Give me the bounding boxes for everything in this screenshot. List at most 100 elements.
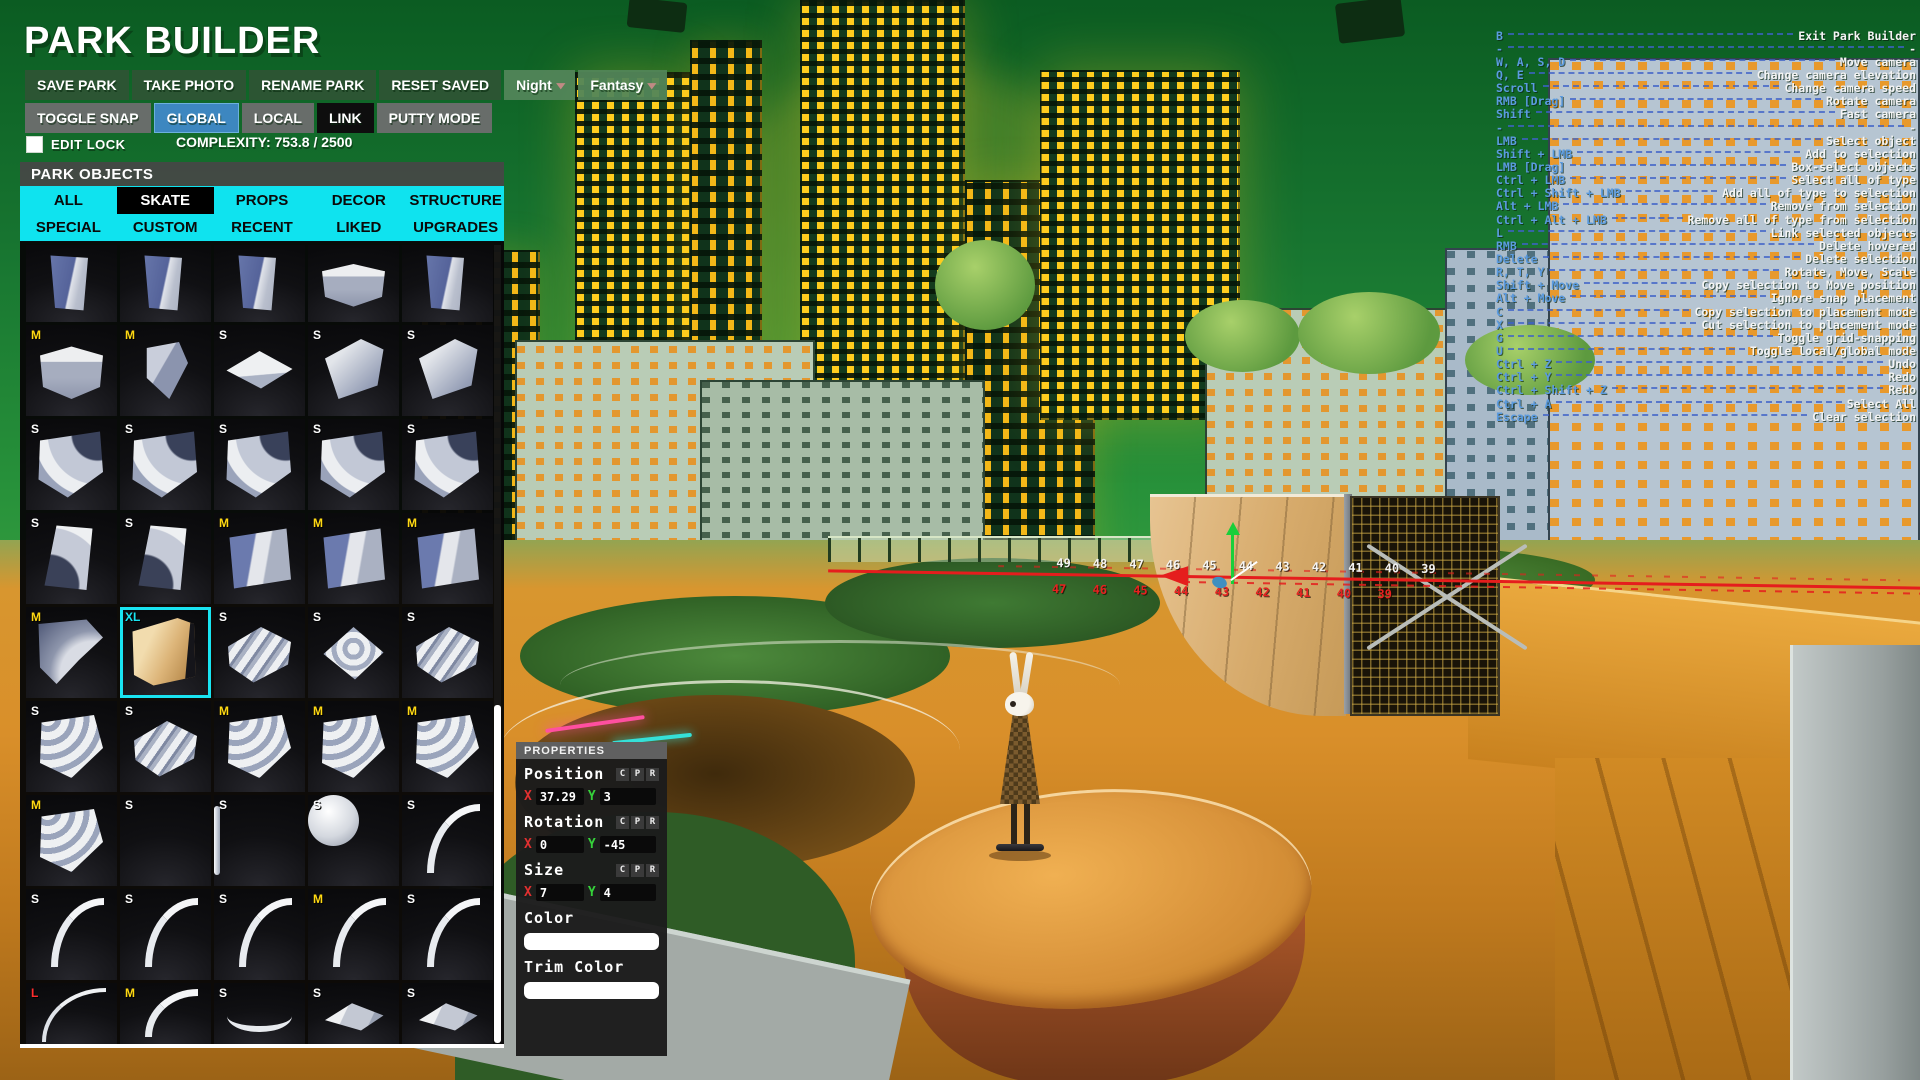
object-thumb[interactable]: S [214, 325, 305, 416]
tree [1298, 292, 1440, 374]
toolbar-button-putty-mode[interactable]: PUTTY MODE [377, 103, 493, 133]
rotation-y-input[interactable] [600, 836, 656, 853]
toolbar-button-toggle-snap[interactable]: TOGGLE SNAP [25, 103, 151, 133]
object-thumb[interactable]: S [308, 983, 399, 1046]
tab-liked[interactable]: LIKED [310, 214, 407, 241]
object-thumb[interactable]: M [402, 513, 493, 604]
size-x-input[interactable] [536, 884, 584, 901]
rotation-x-input[interactable] [536, 836, 584, 853]
rotation-label: Rotation [524, 813, 604, 831]
trim-color-label: Trim Color [524, 958, 624, 976]
position-x-input[interactable] [536, 788, 584, 805]
toolbar-button-reset-saved[interactable]: RESET SAVED [379, 70, 501, 100]
object-thumb[interactable]: M [308, 513, 399, 604]
tab-custom[interactable]: CUSTOM [117, 214, 214, 241]
object-thumb[interactable]: S [308, 419, 399, 510]
edit-lock-checkbox[interactable] [26, 136, 43, 153]
object-thumb[interactable] [26, 245, 117, 322]
object-thumb[interactable]: M [214, 701, 305, 792]
ruler-number: 48 [1093, 557, 1108, 571]
paste-button[interactable]: P [631, 816, 644, 829]
object-thumb[interactable]: M [120, 325, 211, 416]
color-swatch[interactable] [524, 933, 659, 950]
paste-button[interactable]: P [631, 768, 644, 781]
object-thumb[interactable] [120, 245, 211, 322]
tab-all[interactable]: ALL [20, 187, 117, 214]
shortcut-action: Undo [1888, 357, 1916, 371]
object-thumb[interactable]: M [308, 889, 399, 980]
tab-props[interactable]: PROPS [214, 187, 311, 214]
shortcut-action: Remove from selection [1771, 199, 1916, 213]
paste-button[interactable]: P [631, 864, 644, 877]
tab-decor[interactable]: DECOR [310, 187, 407, 214]
object-thumb[interactable]: S [402, 795, 493, 886]
object-thumb[interactable]: M [402, 701, 493, 792]
object-thumb[interactable]: S [214, 607, 305, 698]
trim-color-swatch[interactable] [524, 982, 659, 999]
size-y-input[interactable] [600, 884, 656, 901]
shortcut-action: Change camera elevation [1757, 68, 1916, 82]
position-y-input[interactable] [600, 788, 656, 805]
object-thumb[interactable]: S [402, 419, 493, 510]
tab-upgrades[interactable]: UPGRADES [407, 214, 504, 241]
object-grid-row: LMSSS [26, 983, 504, 1046]
object-thumb[interactable] [308, 245, 399, 322]
toolbar-button-save-park[interactable]: SAVE PARK [25, 70, 129, 100]
size-badge: S [219, 798, 227, 812]
object-grid-scrollbar[interactable] [494, 245, 501, 1038]
shortcut-action: Exit Park Builder [1798, 29, 1916, 43]
object-thumb[interactable]: S [308, 325, 399, 416]
object-thumb[interactable]: M [120, 983, 211, 1046]
object-thumb[interactable]: S [120, 513, 211, 604]
object-thumb[interactable]: S [402, 889, 493, 980]
object-thumb[interactable]: S [214, 889, 305, 980]
object-thumb[interactable]: S [402, 983, 493, 1046]
object-thumb[interactable]: S [120, 889, 211, 980]
scrollbar-thumb[interactable] [494, 705, 501, 1043]
reset-button[interactable]: R [646, 816, 659, 829]
object-thumb[interactable]: S [214, 795, 305, 886]
object-thumb-selected[interactable]: XL [120, 607, 211, 698]
tab-special[interactable]: SPECIAL [20, 214, 117, 241]
toolbar-button-fantasy[interactable]: Fantasy▾ [578, 70, 666, 100]
object-thumb[interactable]: S [120, 419, 211, 510]
thumbnail-shape-pyramid [316, 615, 391, 690]
object-thumb[interactable]: S [26, 513, 117, 604]
object-thumb[interactable]: S [26, 419, 117, 510]
object-thumb[interactable]: L [26, 983, 117, 1046]
object-thumb[interactable]: S [308, 795, 399, 886]
object-thumb[interactable]: S [308, 607, 399, 698]
toolbar-button-link[interactable]: LINK [317, 103, 374, 133]
tab-structure[interactable]: STRUCTURE [407, 187, 504, 214]
object-thumb[interactable]: S [402, 607, 493, 698]
object-thumb[interactable]: S [214, 983, 305, 1046]
copy-button[interactable]: C [616, 864, 629, 877]
tab-skate[interactable]: SKATE [117, 187, 214, 214]
object-thumb[interactable]: S [120, 795, 211, 886]
object-thumb[interactable]: M [26, 325, 117, 416]
copy-button[interactable]: C [616, 768, 629, 781]
object-thumb[interactable]: M [214, 513, 305, 604]
object-thumb[interactable]: M [308, 701, 399, 792]
toolbar-button-global[interactable]: GLOBAL [154, 103, 239, 133]
object-thumb[interactable]: S [214, 419, 305, 510]
toolbar-button-rename-park[interactable]: RENAME PARK [249, 70, 376, 100]
object-thumb[interactable]: S [26, 701, 117, 792]
object-thumb[interactable] [214, 245, 305, 322]
object-thumb[interactable]: M [26, 607, 117, 698]
object-thumb[interactable]: S [26, 889, 117, 980]
copy-button[interactable]: C [616, 816, 629, 829]
shortcut-action: Box-select objects [1791, 160, 1916, 174]
object-thumb[interactable]: M [26, 795, 117, 886]
reset-button[interactable]: R [646, 768, 659, 781]
object-thumb[interactable] [402, 245, 493, 322]
toolbar-button-night[interactable]: Night▾ [504, 70, 575, 100]
object-thumb[interactable]: S [402, 325, 493, 416]
toolbar-button-take-photo[interactable]: TAKE PHOTO [132, 70, 247, 100]
reset-button[interactable]: R [646, 864, 659, 877]
thumbnail-shape-curved-stairs [316, 709, 391, 784]
object-thumb[interactable]: S [120, 701, 211, 792]
gizmo-y-arrow-icon[interactable] [1226, 522, 1240, 535]
toolbar-button-local[interactable]: LOCAL [242, 103, 314, 133]
tab-recent[interactable]: RECENT [214, 214, 311, 241]
